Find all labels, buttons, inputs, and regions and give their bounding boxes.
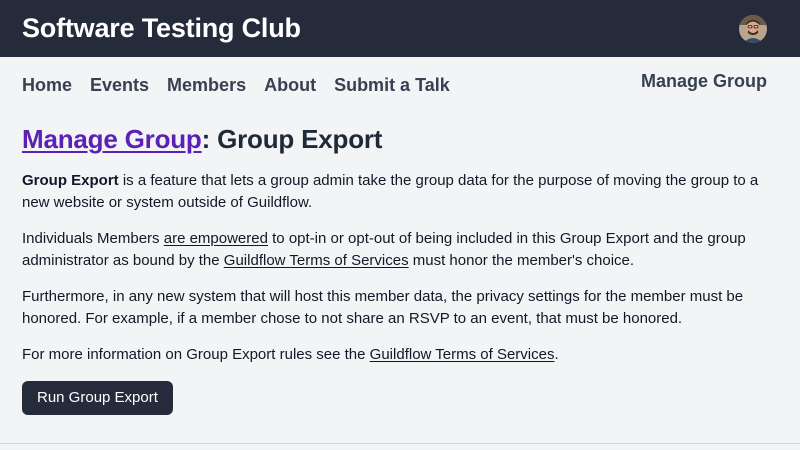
page-title-rest: : Group Export — [201, 124, 383, 154]
more-info-pre: For more information on Group Export rul… — [22, 346, 370, 363]
main-content: Manage Group: Group Export Group Export … — [0, 107, 800, 415]
page-title: Manage Group: Group Export — [22, 124, 778, 155]
user-avatar[interactable] — [739, 14, 767, 43]
more-info-post: . — [554, 346, 559, 363]
nav-members[interactable]: Members — [167, 75, 246, 96]
bottom-divider — [0, 443, 800, 444]
intro-paragraph: Group Export is a feature that lets a gr… — [22, 170, 782, 214]
terms-of-services-link[interactable]: Guildflow Terms of Services — [224, 252, 409, 269]
privacy-paragraph: Furthermore, in any new system that will… — [22, 288, 744, 327]
nav-links: Home Events Members About Submit a Talk — [22, 75, 450, 96]
nav-submit-talk[interactable]: Submit a Talk — [334, 75, 450, 96]
main-nav: Home Events Members About Submit a Talk … — [0, 57, 800, 107]
terms-of-services-link-2[interactable]: Guildflow Terms of Services — [370, 346, 555, 363]
nav-about[interactable]: About — [264, 75, 316, 96]
nav-manage-group[interactable]: Manage Group — [641, 71, 767, 91]
empowered-paragraph: Individuals Members are empowered to opt… — [22, 228, 782, 272]
group-export-strong: Group Export — [22, 172, 119, 189]
more-info-paragraph: For more information on Group Export rul… — [22, 344, 782, 366]
empowered-pre: Individuals Members — [22, 230, 164, 247]
are-empowered-link[interactable]: are empowered — [164, 230, 268, 247]
avatar-icon — [739, 14, 767, 43]
nav-events[interactable]: Events — [90, 75, 149, 96]
top-bar: Software Testing Club — [0, 0, 800, 57]
nav-home[interactable]: Home — [22, 75, 72, 96]
site-title[interactable]: Software Testing Club — [22, 13, 301, 44]
run-group-export-button[interactable]: Run Group Export — [22, 381, 173, 415]
manage-group-link[interactable]: Manage Group — [22, 124, 202, 154]
empowered-post: must honor the member's choice. — [408, 252, 635, 269]
intro-text: is a feature that lets a group admin tak… — [22, 172, 759, 211]
